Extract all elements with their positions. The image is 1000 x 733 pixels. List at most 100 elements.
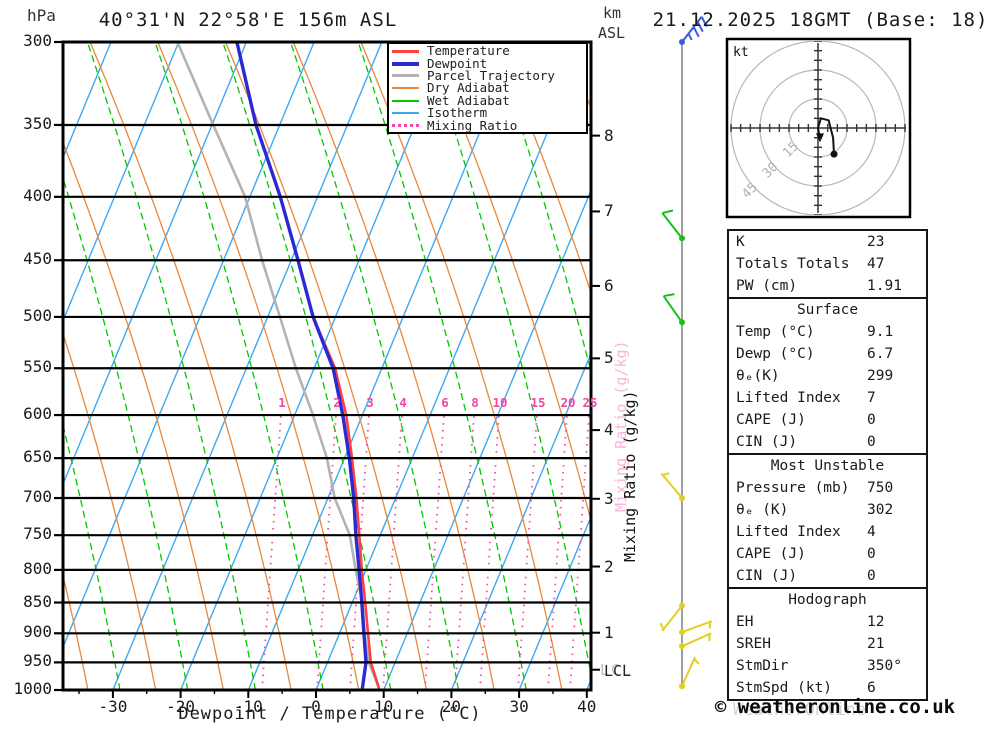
table-row-value: 750 xyxy=(867,480,894,496)
legend-row: Temperature xyxy=(392,44,586,57)
table-row-label: θₑ (K) xyxy=(736,502,789,518)
legend-line-sample xyxy=(392,61,419,66)
table-row: Totals Totals 47 xyxy=(729,253,926,275)
table-row-value: 0 xyxy=(867,434,876,450)
table-row-label: K xyxy=(736,234,745,250)
plot-border xyxy=(61,40,593,692)
table-row: SREH 21 xyxy=(729,633,926,655)
temp-tick-label: 0 xyxy=(311,697,321,716)
table-row-label: CIN (J) xyxy=(736,568,798,584)
table-row: EH 12 xyxy=(729,611,926,633)
table-row-label: CIN (J) xyxy=(736,434,798,450)
hodograph: 153045 xyxy=(725,37,912,219)
table-row: Temp (°C) 9.1 xyxy=(729,321,926,343)
mixing-ratio-tick-label: 6 xyxy=(441,395,449,410)
table-row: Lifted Index 4 xyxy=(729,521,926,543)
table-row: CIN (J) 0 xyxy=(729,565,926,587)
skewt-screenshot: 15 30 45 hPa 40°31'N 22°58'E 156m ASL 21.1… xyxy=(0,0,1000,733)
table-row-label: Temp (°C) xyxy=(736,324,815,340)
table-row: θₑ (K) 302 xyxy=(729,499,926,521)
copyright-label: © weatheronline.co.uk xyxy=(714,696,956,718)
table-row-label: Totals Totals xyxy=(736,256,850,272)
pressure-tick-label: 450 xyxy=(23,249,52,269)
pressure-tick-label: 750 xyxy=(23,524,52,544)
table-row-value: 302 xyxy=(867,502,894,518)
hodograph-ring-label: 45 xyxy=(739,180,761,202)
legend-box: Temperature Dewpoint Parcel Trajectory Dry … xyxy=(387,42,588,134)
table-row-label: SREH xyxy=(736,636,771,652)
mixing-ratio-tick-label: 10 xyxy=(492,395,508,410)
mixing-ratio-tick-label: 25 xyxy=(582,395,598,410)
table-row: CAPE (J) 0 xyxy=(729,409,926,431)
pressure-tick-label: 400 xyxy=(23,185,52,205)
table-row-value: 23 xyxy=(867,234,885,250)
pressure-tick-label: 650 xyxy=(23,447,52,467)
mixing-ratio-tick-label: 8 xyxy=(471,395,479,410)
pressure-unit-label: hPa xyxy=(27,6,56,25)
table-row: Pressure (mb) 750 xyxy=(729,477,926,499)
pressure-tick-label: 600 xyxy=(23,404,52,424)
lcl-label: LCL xyxy=(604,662,632,680)
pressure-tick-label: 350 xyxy=(23,113,52,133)
index-table: Most Unstable Pressure (mb) 750 θₑ (K) 302 Li… xyxy=(727,453,928,589)
table-row-label: θₑ(K) xyxy=(736,368,780,384)
hodograph-ring-label: 15 xyxy=(780,139,802,161)
index-table: Hodograph EH 12 SREH 21 StmDir 350° StmSpd (kt)… xyxy=(727,587,928,701)
table-row-value: 1.91 xyxy=(867,278,902,294)
km-tick-label: 2 xyxy=(604,556,614,576)
table-row-label: Pressure (mb) xyxy=(736,480,850,496)
table-row: StmDir 350° xyxy=(729,655,926,677)
table-row-label: StmDir xyxy=(736,658,789,674)
mixing-ratio-tick-label: 1 xyxy=(278,395,286,410)
table-row-label: CAPE (J) xyxy=(736,546,806,562)
temp-tick-label: 40 xyxy=(577,697,597,716)
km-unit-label: km xyxy=(603,4,622,22)
hodograph-ring-label: 30 xyxy=(760,160,782,182)
km-tick-label: 7 xyxy=(604,201,614,221)
table-title: Surface xyxy=(796,302,859,318)
index-table: Surface Temp (°C) 9.1 Dewp (°C) 6.7 θₑ(K) 299 L… xyxy=(727,297,928,455)
table-row-value: 7 xyxy=(867,390,876,406)
temp-tick-label: -30 xyxy=(98,697,128,716)
table-row-label: EH xyxy=(736,614,754,630)
temp-tick-label: 10 xyxy=(374,697,394,716)
mixing-ratio-tick-label: 15 xyxy=(530,395,546,410)
temp-tick-label: 30 xyxy=(509,697,529,716)
table-title: Hodograph xyxy=(788,592,867,608)
pressure-tick-label: 500 xyxy=(23,305,52,325)
pressure-tick-label: 850 xyxy=(23,591,52,611)
km-tick-label: 6 xyxy=(604,275,614,295)
table-row-value: 4 xyxy=(867,524,876,540)
table-row-value: 0 xyxy=(867,412,876,428)
temp-tick-label: -20 xyxy=(166,697,196,716)
wind-barb xyxy=(679,620,713,636)
index-table: K 23 Totals Totals 47 PW (cm) 1.91 xyxy=(727,229,928,299)
legend-line-sample xyxy=(392,99,419,102)
index-tables: K 23 Totals Totals 47 PW (cm) 1.91 Surface Temp… xyxy=(727,229,928,701)
table-row: CIN (J) 0 xyxy=(729,431,926,453)
legend-row: Wet Adiabat xyxy=(392,94,586,107)
pressure-tick-label: 550 xyxy=(23,357,52,377)
table-row-value: 9.1 xyxy=(867,324,894,340)
station-title: 40°31'N 22°58'E 156m ASL xyxy=(98,9,398,31)
table-title: Most Unstable xyxy=(770,458,885,474)
table-row-value: 350° xyxy=(867,658,902,674)
table-row-label: Lifted Index xyxy=(736,524,841,540)
table-row: CAPE (J) 0 xyxy=(729,543,926,565)
table-row-value: 47 xyxy=(867,256,885,272)
table-row-value: 21 xyxy=(867,636,885,652)
table-row: θₑ(K) 299 xyxy=(729,365,926,387)
km-tick-label: 4 xyxy=(604,420,614,440)
table-row-value: 12 xyxy=(867,614,885,630)
table-row-label: PW (cm) xyxy=(736,278,798,294)
km-tick-label: 8 xyxy=(604,125,614,145)
legend-row: Mixing Ratio xyxy=(392,119,586,131)
asl-unit-label: ASL xyxy=(598,24,626,42)
hodograph-unit-label: kt xyxy=(733,45,749,60)
legend-line-sample xyxy=(392,74,419,78)
wind-barb xyxy=(679,632,712,650)
mixing-ratio-tick-label: 3 xyxy=(366,395,374,410)
table-row: PW (cm) 1.91 xyxy=(729,275,926,297)
km-tick-label: 1 xyxy=(604,622,614,642)
legend-line-sample xyxy=(392,87,419,90)
